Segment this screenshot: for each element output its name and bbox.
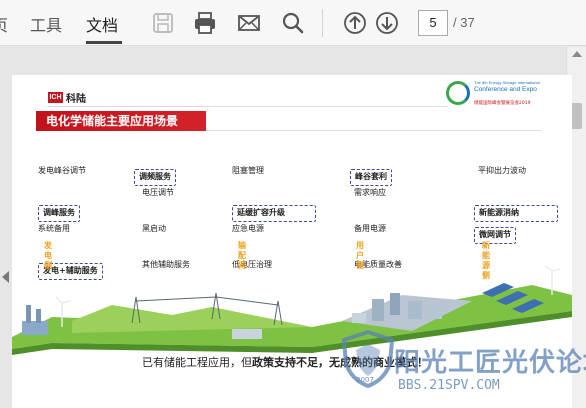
- collapse-panel-arrow-icon[interactable]: [2, 271, 9, 283]
- conference-ring-icon: [446, 81, 470, 105]
- list-item: 电压调节: [142, 188, 174, 197]
- toolbar-separator: [322, 9, 323, 37]
- scrollbar-thumb[interactable]: [571, 103, 582, 129]
- list-item: 应急电源: [232, 224, 264, 233]
- conference-logo: The 8th Energy Storage International Con…: [446, 80, 556, 106]
- list-item: 微网调节: [474, 227, 516, 244]
- conference-line-1: The 8th Energy Storage International: [474, 80, 540, 85]
- conference-line-4: 储能国际峰会暨展览会2019: [474, 101, 531, 106]
- conference-line-2: Conference and Expo: [474, 86, 537, 93]
- title-rule: [206, 130, 541, 131]
- tab-document[interactable]: 文档: [86, 12, 118, 36]
- list-item: 需求响应: [354, 188, 386, 197]
- watermark-year: 2007: [356, 376, 374, 384]
- logo-text: 科陆: [66, 94, 86, 105]
- tab-tools[interactable]: 工具: [30, 12, 62, 36]
- list-item: 系统备用: [38, 224, 70, 233]
- list-item: 调峰服务: [38, 205, 80, 222]
- list-item: 平抑出力波动: [478, 166, 526, 175]
- page-number-input[interactable]: 5: [418, 10, 448, 36]
- list-item: 新能源消纳: [474, 205, 558, 222]
- page-down-icon[interactable]: [374, 10, 400, 36]
- toolbar: 页 工具 文档 5 / 37: [0, 0, 586, 46]
- column-renewable: 平抑出力波动 新能源消纳 微网调节: [474, 164, 558, 244]
- save-icon[interactable]: [150, 10, 176, 36]
- list-item: 阻塞管理: [232, 166, 264, 175]
- active-tab-indicator: [86, 41, 122, 44]
- list-item: 发电峰谷调节: [38, 166, 86, 175]
- list-item: 黑启动: [142, 224, 166, 233]
- header-rule: [48, 106, 448, 107]
- logo-mark: ICH: [48, 92, 63, 103]
- list-item: 调频服务: [134, 169, 176, 186]
- list-item: 峰谷套利: [350, 169, 392, 186]
- company-logo: ICH 科陆: [48, 91, 86, 105]
- watermark-url: BBS.21SPV.COM: [398, 378, 500, 393]
- page-total: / 37: [453, 15, 475, 30]
- page-up-icon[interactable]: [342, 10, 368, 36]
- email-icon[interactable]: [236, 10, 262, 36]
- caption-text: 已有储能工程应用，但: [142, 356, 252, 369]
- slide-title: 电化学储能主要应用场景: [36, 111, 206, 131]
- search-icon[interactable]: [280, 10, 306, 36]
- forum-watermark: 2007 阳光工匠光伏论坛 BBS.21SPV.COM: [338, 328, 586, 408]
- tab-page[interactable]: 页: [0, 12, 8, 36]
- list-item: 备用电源: [354, 224, 386, 233]
- print-icon[interactable]: [192, 10, 218, 36]
- list-item: 延缓扩容升级: [232, 205, 316, 222]
- scroll-up-arrow-icon[interactable]: [572, 51, 582, 57]
- watermark-brand: 阳光工匠光伏论坛: [394, 348, 586, 378]
